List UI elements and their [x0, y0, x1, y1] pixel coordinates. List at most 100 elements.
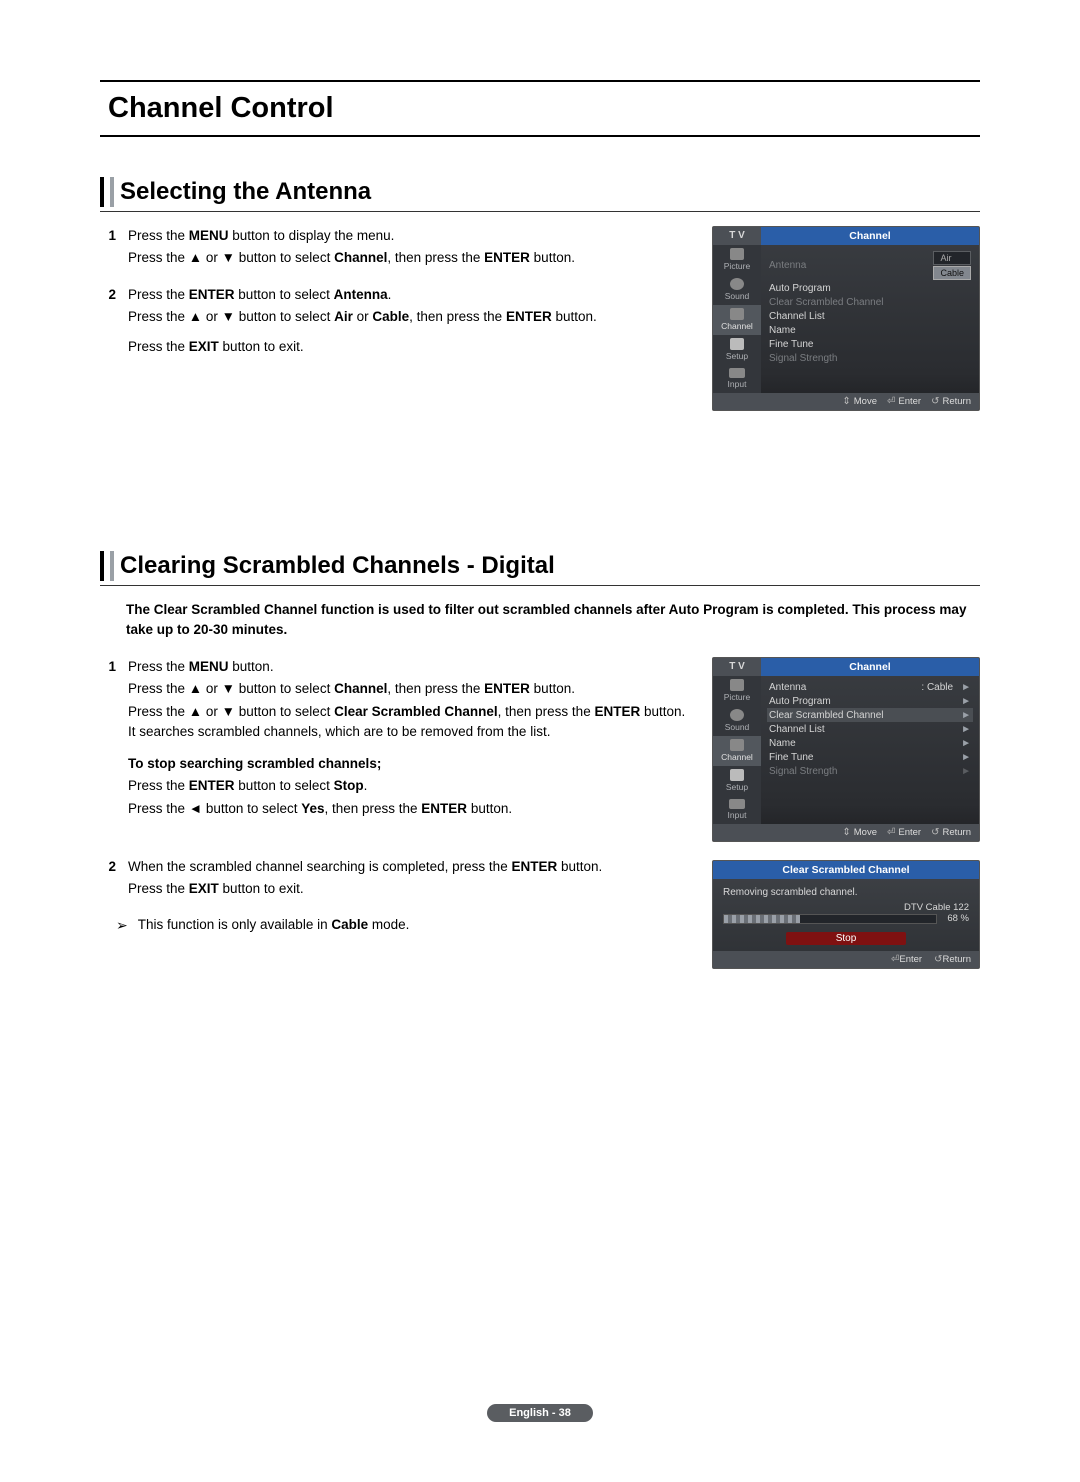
sidebar-label: Setup — [726, 351, 748, 361]
osd-sidebar-item: Sound — [713, 706, 761, 736]
osd-menu-row: Antenna Air Cable — [767, 249, 973, 281]
sidebar-icon — [730, 769, 744, 781]
osd-menu-row: Channel List ► — [767, 722, 973, 736]
section-clearing-scrambled: Clearing Scrambled Channels - Digital Th… — [100, 551, 980, 969]
chevron-right-icon: ► — [961, 752, 971, 763]
step-number: 1 — [100, 657, 116, 821]
step: 1 Press the MENU button. Press the ▲ or … — [100, 657, 692, 821]
antenna-option-cable: Cable — [933, 266, 971, 280]
osd-row-label: Channel List — [769, 311, 825, 322]
osd-menu-row: Auto Program ► — [767, 694, 973, 708]
sidebar-icon — [730, 739, 744, 751]
osd-menu-row: Name — [767, 323, 973, 337]
osd-sidebar: Picture Sound Channel Setup Input — [713, 245, 761, 393]
sidebar-icon — [729, 368, 745, 378]
heading-bar-icon — [110, 551, 114, 581]
sidebar-icon — [729, 799, 745, 809]
step-line: Press the ENTER button to select Stop. — [128, 776, 692, 796]
osd-sidebar-item: Channel — [713, 736, 761, 766]
section-heading-text: Selecting the Antenna — [120, 178, 371, 206]
osd-sidebar-item: Setup — [713, 766, 761, 796]
page-number-badge: English - 38 — [487, 1404, 593, 1422]
dialog-progress-label: DTV Cable 122 — [904, 902, 969, 913]
return-icon: ↺ — [931, 396, 939, 407]
osd-menu-row: Auto Program — [767, 281, 973, 295]
osd-footer: ⇕Move⏎Enter↺Return — [713, 393, 979, 410]
stop-button[interactable]: Stop — [786, 932, 906, 945]
osd-row-label: Antenna — [769, 260, 806, 271]
osd-sidebar-item: Sound — [713, 275, 761, 305]
osd-menu-clear-scrambled: T V Channel Picture Sound Channel Setup … — [712, 657, 980, 842]
osd-menu-row: Signal Strength — [767, 351, 973, 365]
osd-row-label: Signal Strength — [769, 766, 837, 777]
section-intro: The Clear Scrambled Channel function is … — [126, 600, 980, 639]
dialog-footer-return: ↺Return — [934, 954, 971, 965]
enter-icon: ⏎ — [891, 954, 899, 965]
sidebar-label: Picture — [724, 261, 750, 271]
updown-icon: ⇕ — [842, 396, 850, 407]
step-line: When the scrambled channel searching is … — [128, 857, 692, 877]
dialog-footer: ⏎Enter ↺Return — [713, 951, 979, 968]
dialog-footer-enter: ⏎Enter — [891, 954, 922, 965]
osd-sidebar-item: Input — [713, 365, 761, 393]
sidebar-label: Channel — [721, 752, 753, 762]
osd-title: Channel — [761, 227, 979, 245]
sidebar-label: Picture — [724, 692, 750, 702]
step-line: Press the ▲ or ▼ button to select Channe… — [128, 679, 692, 699]
step-line: Press the ENTER button to select Antenna… — [128, 285, 692, 305]
osd-menu-row: Fine Tune ► — [767, 750, 973, 764]
step-line: Press the EXIT button to exit. — [128, 337, 692, 357]
step-number: 2 — [100, 285, 116, 360]
osd-row-label: Name — [769, 325, 796, 336]
antenna-options: Air Cable — [933, 251, 971, 280]
osd-sidebar-item: Picture — [713, 676, 761, 706]
sidebar-icon — [730, 338, 744, 350]
step-number: 1 — [100, 226, 116, 271]
osd-menu-row: Antenna : Cable ► — [767, 680, 973, 694]
osd-row-label: Clear Scrambled Channel — [769, 710, 884, 721]
osd-row-label: Signal Strength — [769, 353, 837, 364]
chevron-right-icon: ► — [961, 710, 971, 721]
return-icon: ↺ — [931, 827, 939, 838]
step-subheading: To stop searching scrambled channels; — [128, 754, 692, 774]
page-footer: English - 38 — [0, 1403, 1080, 1422]
sidebar-icon — [730, 308, 744, 320]
osd-row-label: Name — [769, 738, 796, 749]
osd-title: Channel — [761, 658, 979, 676]
section-heading: Clearing Scrambled Channels - Digital — [100, 551, 980, 586]
progress-fill — [724, 915, 800, 923]
osd-sidebar-item: Picture — [713, 245, 761, 275]
chevron-right-icon: ► — [961, 682, 971, 693]
osd-row-label: Clear Scrambled Channel — [769, 297, 884, 308]
osd-menu-antenna: T V Channel Picture Sound Channel Setup … — [712, 226, 980, 411]
steps-list: 1 Press the MENU button to display the m… — [100, 226, 692, 411]
step-line: Press the ▲ or ▼ button to select Clear … — [128, 702, 692, 743]
chevron-right-icon: ► — [961, 766, 971, 777]
osd-menu-list: Antenna : Cable ► Auto Program ► Clear Sc… — [761, 676, 979, 824]
section-selecting-antenna: Selecting the Antenna 1 Press the MENU b… — [100, 177, 980, 411]
osd-tv-label: T V — [713, 658, 761, 676]
sidebar-label: Channel — [721, 321, 753, 331]
sidebar-label: Sound — [725, 722, 750, 732]
antenna-option-air: Air — [933, 251, 971, 265]
progress-bar — [723, 914, 937, 924]
sidebar-icon — [730, 709, 744, 721]
step-line: Press the ◄ button to select Yes, then p… — [128, 799, 692, 819]
note-icon: ➢ — [116, 915, 128, 936]
osd-row-value: : Cable — [921, 682, 953, 693]
osd-sidebar-item: Setup — [713, 335, 761, 365]
heading-bar-icon — [110, 177, 114, 207]
osd-row-label: Antenna — [769, 682, 806, 693]
section-heading-text: Clearing Scrambled Channels - Digital — [120, 552, 555, 580]
chevron-right-icon: ► — [961, 696, 971, 707]
updown-icon: ⇕ — [842, 827, 850, 838]
osd-footer-return: ↺Return — [931, 827, 971, 838]
sidebar-icon — [730, 248, 744, 260]
osd-menu-row: Fine Tune — [767, 337, 973, 351]
osd-menu-list: Antenna Air Cable Auto Program Clear Scr… — [761, 245, 979, 393]
osd-dialog-progress: Clear Scrambled Channel Removing scrambl… — [712, 860, 980, 969]
step-line: Press the ▲ or ▼ button to select Channe… — [128, 248, 692, 268]
chevron-right-icon: ► — [961, 738, 971, 749]
note: ➢ This function is only available in Cab… — [116, 915, 692, 936]
osd-row-label: Fine Tune — [769, 752, 813, 763]
